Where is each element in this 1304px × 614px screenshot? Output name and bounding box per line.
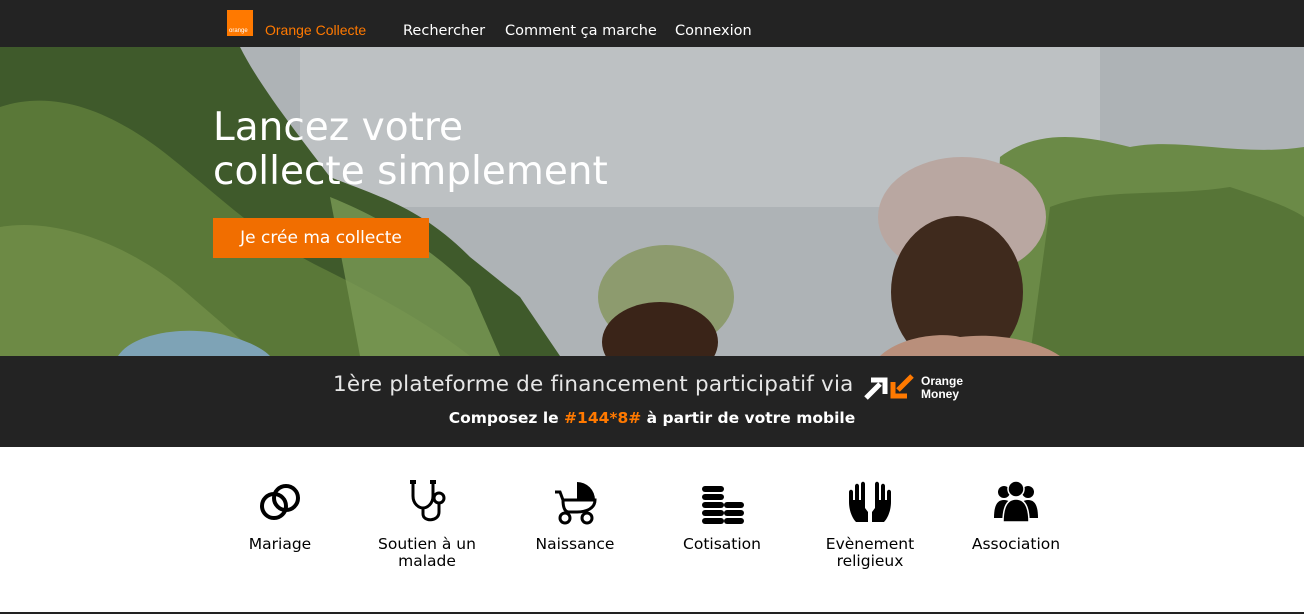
- platform-headline: 1ère plateforme de financement participa…: [333, 372, 854, 397]
- category-cotisation[interactable]: Cotisation: [657, 478, 787, 553]
- info-banner: 1ère plateforme de financement participa…: [0, 356, 1304, 447]
- hero-title: Lancez votre collecte simplement: [213, 106, 608, 194]
- orange-logo[interactable]: orange: [227, 10, 253, 36]
- ussd-suffix: à partir de votre mobile: [641, 409, 856, 427]
- nav-rechercher[interactable]: Rechercher: [403, 23, 485, 39]
- category-label: Soutien à un malade: [378, 535, 476, 570]
- category-label: Association: [971, 535, 1061, 553]
- logo-text: orange: [229, 28, 248, 34]
- category-label: Mariage: [248, 535, 312, 553]
- ussd-instruction: Composez le #144*8# à partir de votre mo…: [0, 409, 1304, 427]
- nav-comment-ca-marche[interactable]: Comment ça marche: [505, 23, 657, 39]
- orange-money-arrows-icon: [864, 374, 914, 400]
- praying-hands-icon: [849, 481, 891, 522]
- category-mariage[interactable]: Mariage: [215, 478, 345, 553]
- ussd-code: #144*8#: [564, 409, 642, 427]
- hero-title-line-2: collecte simplement: [213, 149, 608, 194]
- stethoscope-icon: [410, 480, 446, 522]
- orange-money-label: Orange Money: [921, 375, 963, 401]
- category-naissance[interactable]: Naissance: [510, 478, 640, 553]
- top-navigation-bar: orange Orange Collecte Rechercher Commen…: [0, 0, 1304, 47]
- category-association[interactable]: Association: [951, 478, 1081, 553]
- ussd-prefix: Composez le: [448, 409, 565, 427]
- brand-name[interactable]: Orange Collecte: [265, 22, 366, 38]
- stroller-icon: [555, 482, 597, 525]
- hero-title-line-1: Lancez votre: [213, 105, 464, 150]
- rings-icon: [260, 484, 300, 520]
- group-icon: [994, 480, 1038, 523]
- orange-money-line-2: Money: [921, 387, 960, 401]
- nav-connexion[interactable]: Connexion: [675, 23, 752, 39]
- hero-photo: [0, 47, 1304, 356]
- category-soutien-malade[interactable]: Soutien à un malade: [362, 478, 492, 570]
- category-evenement-religieux[interactable]: Evènement religieux: [805, 478, 935, 570]
- create-collecte-button[interactable]: Je crée ma collecte: [213, 218, 429, 258]
- category-label: Evènement religieux: [825, 535, 915, 570]
- coins-icon: [702, 486, 744, 524]
- category-label: Cotisation: [683, 535, 761, 553]
- category-label: Naissance: [535, 535, 615, 553]
- hero-banner: Lancez votre collecte simplement Je crée…: [0, 47, 1304, 356]
